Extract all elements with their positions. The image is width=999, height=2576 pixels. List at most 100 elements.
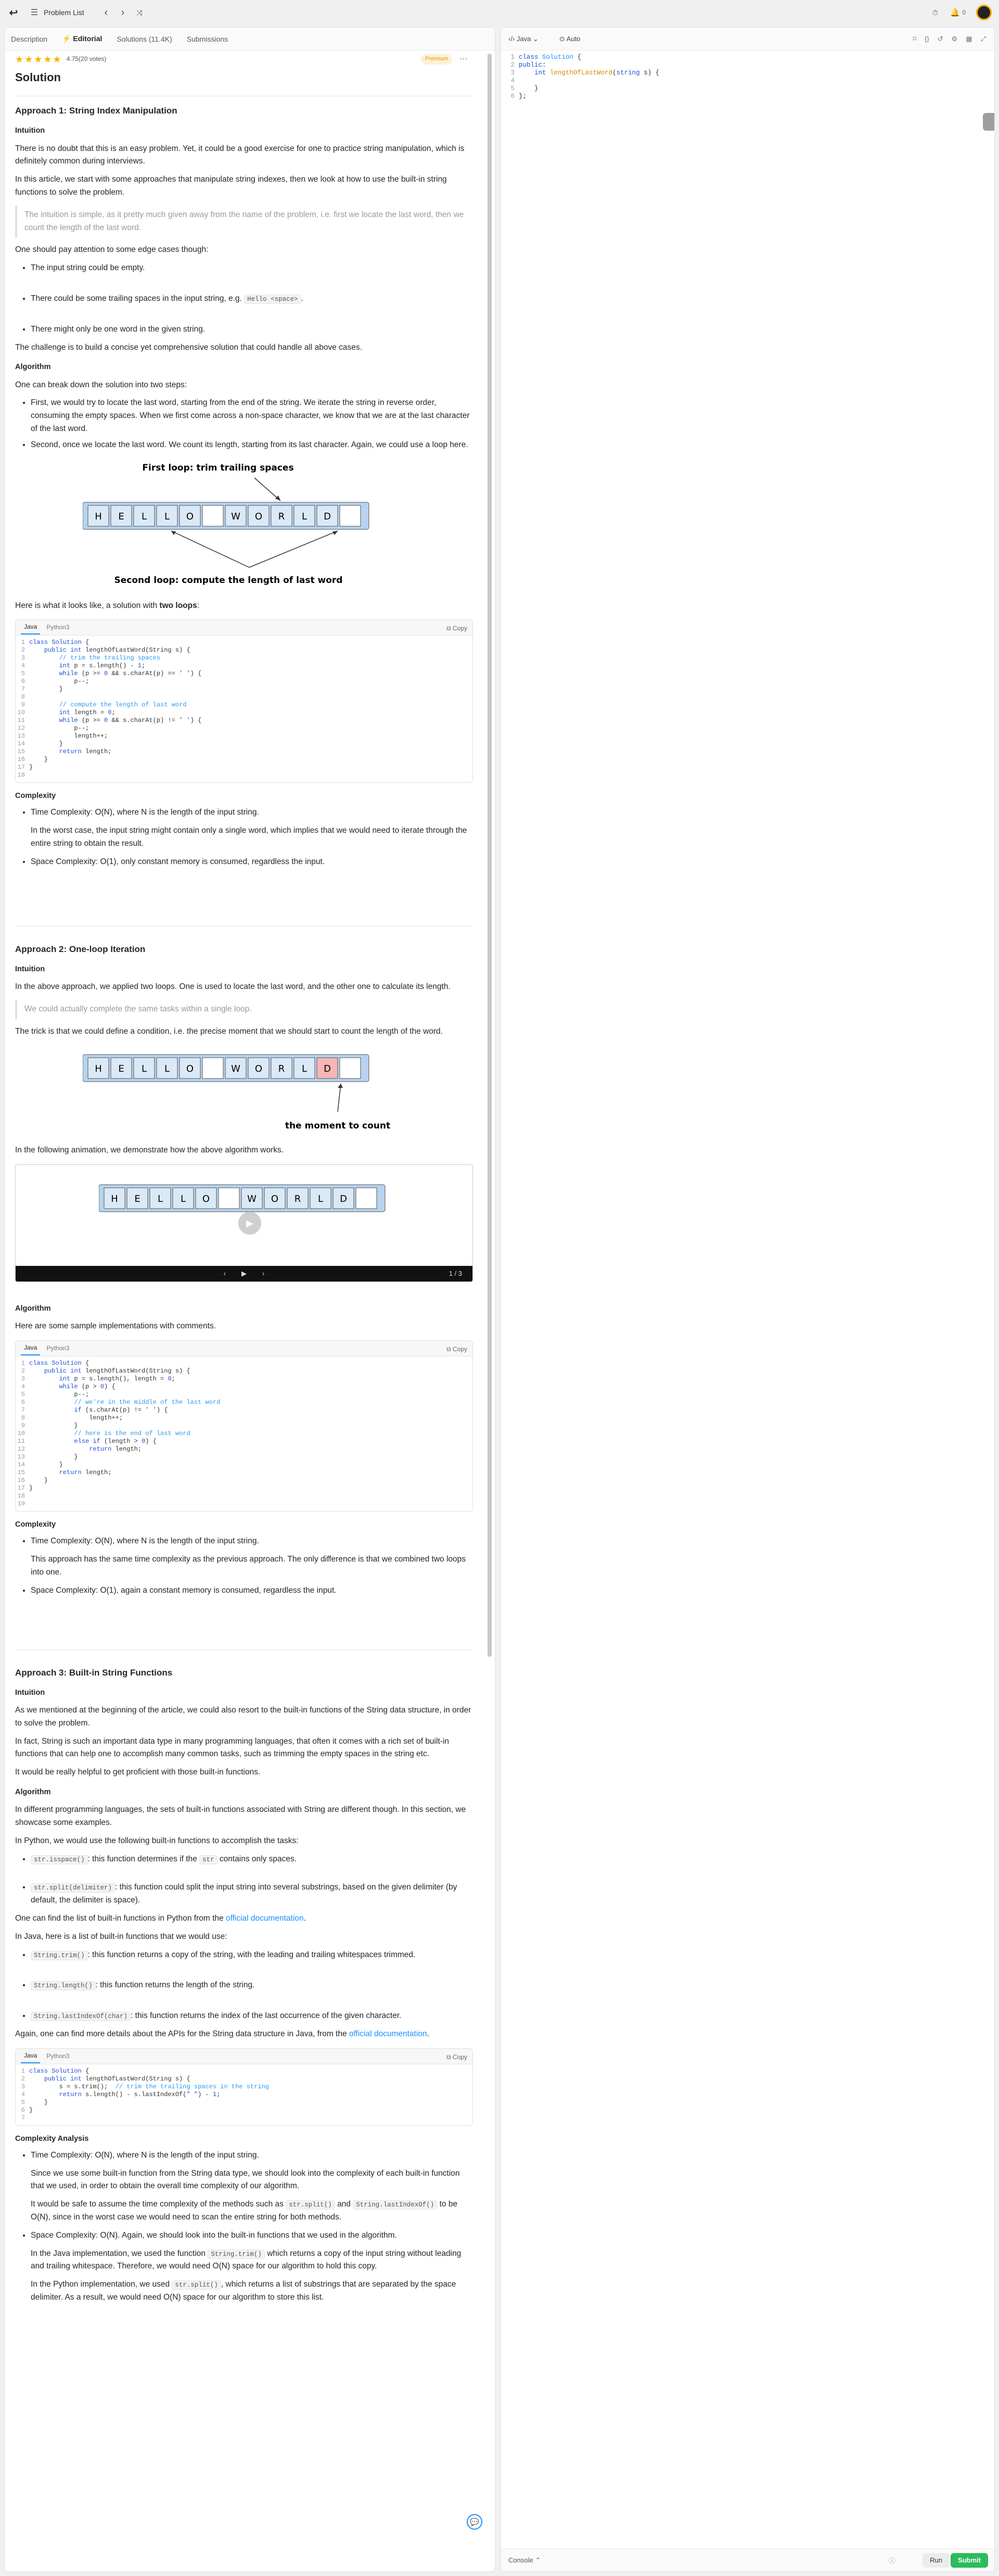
copy-button[interactable]: ⧉ Copy: [446, 2052, 467, 2062]
language-select[interactable]: ‹/› Java ⌄: [508, 35, 539, 43]
tab-editorial[interactable]: ⚡ Editorial: [62, 34, 102, 43]
auto-toggle[interactable]: ⊙ Auto: [559, 35, 581, 43]
approach3-algorithm: Algorithm: [15, 1787, 51, 1796]
reset-icon[interactable]: ↺: [938, 35, 943, 43]
code-tab-java[interactable]: Java: [21, 1341, 41, 1356]
paragraph: As we mentioned at the beginning of the …: [15, 1705, 471, 1728]
one-loop-diagram: H E L L O W O R L D the moment to count: [83, 1054, 390, 1131]
code-tab-python[interactable]: Python3: [43, 621, 72, 634]
letter-label: L: [318, 1194, 323, 1204]
letter-label: L: [164, 511, 170, 522]
letter-label: L: [164, 1063, 170, 1074]
letter-box: [339, 1057, 361, 1079]
braces-icon[interactable]: {}: [925, 35, 929, 43]
editorial-content: ★★★★★ 4.75 (20 votes) Premium ⋯ Solution…: [5, 50, 483, 2571]
code-text: class Solution { public int lengthOfLast…: [29, 1360, 221, 1492]
shuffle-icon[interactable]: ⤨: [133, 6, 146, 19]
code-tab-python[interactable]: Python3: [43, 1342, 72, 1355]
rating-votes: (20 votes): [79, 55, 107, 63]
letter-box: [218, 1187, 240, 1209]
fullscreen-icon[interactable]: ⤢: [981, 35, 986, 43]
list-item: Time Complexity: O(N), where N is the le…: [31, 2149, 473, 2162]
play-pause-icon[interactable]: ▶: [241, 1268, 247, 1279]
code-block-approach3: Java Python3 ⧉ Copy 1 2 3 4 5 6 7 class Solution …: [15, 2048, 473, 2126]
letter-label: O: [186, 1063, 194, 1074]
console-toggle[interactable]: Console ⌃: [508, 2556, 541, 2565]
tab-solutions[interactable]: Solutions (11.4K): [117, 35, 172, 43]
more-icon[interactable]: ⋯: [460, 53, 468, 66]
letter-label: O: [255, 511, 262, 522]
tab-submissions[interactable]: Submissions: [187, 35, 228, 43]
paragraph: It would be safe to assume the time comp…: [31, 2200, 458, 2222]
letter-label: R: [278, 1063, 285, 1074]
paragraph: There is no doubt that this is an easy p…: [15, 144, 465, 166]
next-problem-icon[interactable]: ›: [117, 6, 129, 19]
letter-label: R: [278, 511, 285, 522]
copy-button[interactable]: ⧉ Copy: [446, 624, 467, 633]
line-numbers: 1 2 3 4 5 6 7 8 9 10 11 12 13 14 15 16 17 18 19: [17, 1360, 25, 1508]
submit-button[interactable]: Submit: [950, 2553, 988, 2568]
code-text: class Solution { public int lengthOfLast…: [29, 2067, 269, 2114]
approach1-algorithm: Algorithm: [15, 363, 51, 372]
run-button[interactable]: Run: [923, 2553, 950, 2568]
letter-label: L: [142, 511, 147, 522]
paragraph: In the worst case, the input string migh…: [31, 826, 467, 848]
code-tab-java[interactable]: Java: [21, 2049, 41, 2063]
code-text: class Solution { public int lengthOfLast…: [29, 639, 202, 771]
streak-icon[interactable]: ⏱: [929, 6, 941, 19]
fig-bottom-label: Second loop: compute the length of last …: [114, 575, 343, 586]
line-numbers: 1234567: [21, 2067, 25, 2122]
list-item: Second, once we locate the last word. We…: [31, 439, 473, 452]
letter-label: H: [95, 1063, 102, 1074]
code-block-approach2: Java Python3 ⧉ Copy 1 2 3 4 5 6 7 8 9 10 11 12 13 14 15 1…: [15, 1340, 473, 1512]
tab-description[interactable]: Description: [11, 35, 47, 43]
frame-counter: 1 / 3: [449, 1269, 462, 1277]
scrollbar[interactable]: [488, 54, 492, 1657]
avatar[interactable]: [976, 5, 992, 20]
problem-list-link[interactable]: Problem List: [44, 8, 84, 17]
editor-code-area[interactable]: 123456 class Solution { public: int leng…: [501, 50, 994, 104]
paragraph: In this article, we start with some appr…: [15, 175, 447, 197]
list-icon[interactable]: ☰: [28, 6, 41, 19]
bookmark-icon[interactable]: ⌑: [913, 35, 916, 43]
docs-link-python[interactable]: official documentation: [226, 1914, 304, 1923]
code-tab-python[interactable]: Python3: [43, 2050, 72, 2063]
side-handle[interactable]: [983, 113, 994, 131]
layout-icon[interactable]: ▦: [966, 35, 972, 43]
letter-label: H: [111, 1194, 118, 1204]
list-item: str.split(delimiter): this function coul…: [31, 1881, 473, 1907]
premium-badge: Premium: [420, 54, 452, 65]
settings-icon[interactable]: ⚙: [952, 35, 958, 43]
next-frame-icon[interactable]: ›: [262, 1268, 264, 1279]
letter-label: O: [271, 1194, 278, 1204]
approach1-intuition: Intuition: [15, 126, 45, 135]
prev-problem-icon[interactable]: ‹: [100, 6, 112, 19]
letter-label: W: [231, 511, 240, 522]
notification-icon[interactable]: 🔔: [949, 6, 961, 19]
code-tab-java[interactable]: Java: [21, 620, 41, 635]
blockquote: We could actually complete the same task…: [15, 999, 473, 1019]
letter-label: L: [158, 1194, 163, 1204]
play-icon[interactable]: ▶: [238, 1212, 261, 1235]
paragraph: In fact, String is such an important dat…: [15, 1736, 449, 1759]
list-item: The input string could be empty.: [31, 262, 473, 275]
docs-link-java[interactable]: official documentation: [349, 2029, 427, 2038]
prev-frame-icon[interactable]: ‹: [224, 1268, 226, 1279]
letter-label: L: [181, 1194, 186, 1204]
editor-line-numbers: 123456: [510, 54, 515, 100]
rating-stars[interactable]: ★★★★★: [15, 52, 62, 67]
letter-label: O: [186, 511, 194, 522]
points-count: 0: [962, 9, 966, 16]
list-item: Time Complexity: O(N), where N is the le…: [31, 1535, 473, 1548]
copy-button[interactable]: ⧉ Copy: [446, 1344, 467, 1354]
approach3-intuition: Intuition: [15, 1688, 45, 1697]
paragraph: The trick is that we could define a cond…: [15, 1026, 443, 1036]
animation-player: H E L L O W O R L D ▶ ‹ ▶ › 1 / 3: [15, 1164, 473, 1283]
letter-box: [202, 505, 224, 526]
feedback-icon[interactable]: 💬: [467, 2514, 482, 2530]
help-icon[interactable]: ⓘ: [889, 2555, 895, 2565]
line-numbers: 1 2 3 4 5 6 7 8 9 10 11 12 13 14 15 16 17 18: [17, 639, 25, 779]
top-bar: ↩ ☰ Problem List ‹ › ⤨ ⏱ 🔔 0: [0, 0, 999, 25]
logo-icon[interactable]: ↩: [7, 6, 20, 19]
paragraph: Since we use some built-in function from…: [31, 2168, 460, 2191]
